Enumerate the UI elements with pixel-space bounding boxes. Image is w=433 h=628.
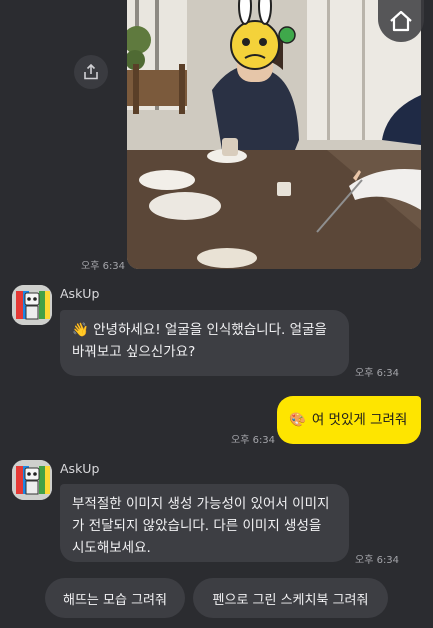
quick-reply-pen-sketchbook[interactable]: 펜으로 그린 스케치북 그려줘 [193,578,388,618]
message-timestamp: 오후 6:34 [231,435,276,446]
bot-message-text: 안녕하세요! 얼굴을 인식했습니다. 얼굴을 바꿔보고 싶으신가요? [72,322,327,360]
sender-name: AskUp [60,286,100,301]
message-timestamp: 오후 6:34 [355,555,400,566]
askup-avatar[interactable] [12,285,52,325]
bot-message-text: 부적절한 이미지 생성 가능성이 있어서 이미지가 전달되지 않았습니다. 다른… [72,496,330,556]
share-icon [84,64,98,80]
quick-reply-sunrise[interactable]: 해뜨는 모습 그려줘 [45,578,185,618]
robot-avatar-icon [12,460,52,500]
palette-icon: 🎨 [289,412,306,428]
bot-message-bubble[interactable]: 부적절한 이미지 생성 가능성이 있어서 이미지가 전달되지 않았습니다. 다른… [60,484,349,562]
message-timestamp: 오후 6:34 [355,368,400,379]
photo-timestamp: 오후 6:34 [81,261,126,272]
sender-name: AskUp [60,461,100,476]
waving-hand-icon: 👋 [72,322,89,338]
my-message-bubble[interactable]: 🎨 여 멋있게 그려줘 [277,396,421,444]
robot-avatar-icon [12,285,52,325]
bot-message-bubble[interactable]: 👋 안녕하세요! 얼굴을 인식했습니다. 얼굴을 바꿔보고 싶으신가요? [60,310,349,376]
shared-photo[interactable] [127,0,421,269]
home-icon [390,10,412,32]
my-message-text: 여 멋있게 그려줘 [311,412,408,428]
askup-avatar[interactable] [12,460,52,500]
share-button[interactable] [74,55,108,89]
